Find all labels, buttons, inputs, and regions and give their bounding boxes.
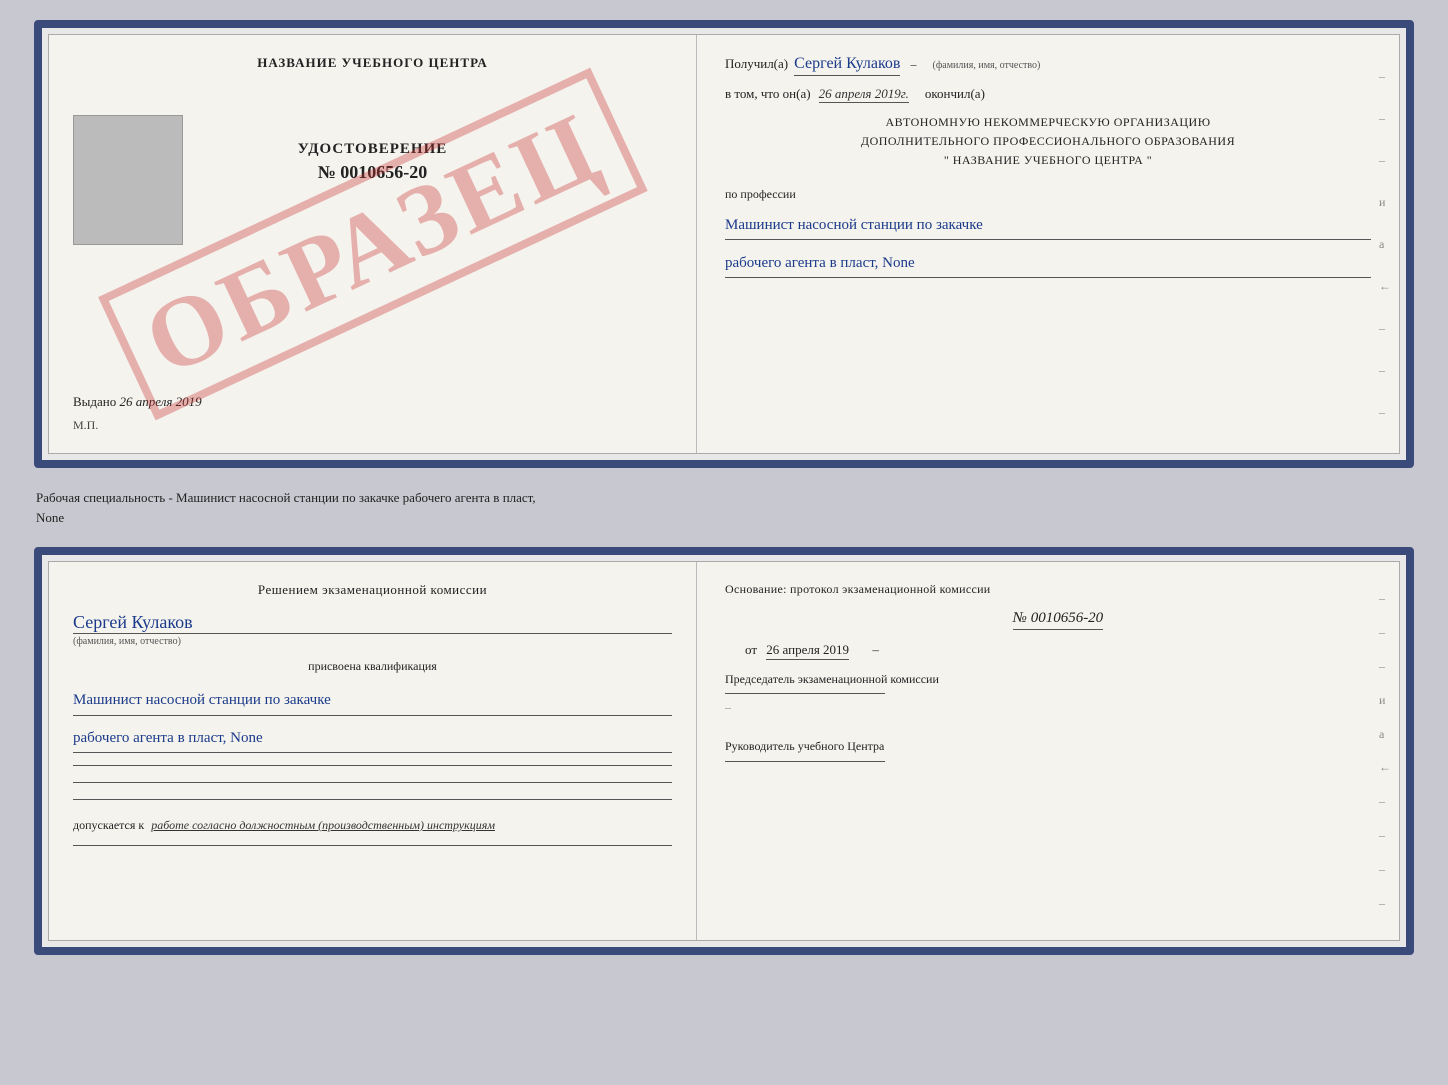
- head-label: Руководитель учебного Центра: [725, 737, 1371, 756]
- top-left-panel: НАЗВАНИЕ УЧЕБНОГО ЦЕНТРА ОБРАЗЕЦ УДОСТОВ…: [49, 35, 697, 453]
- divider1: [73, 765, 672, 766]
- basis-text: Основание: протокол экзаменационной коми…: [725, 582, 1371, 597]
- head-block: Руководитель учебного Центра: [725, 737, 1371, 765]
- school-title-top: НАЗВАНИЕ УЧЕБНОГО ЦЕНТРА: [73, 55, 672, 71]
- date-prefix: в том, что он(а): [725, 86, 811, 102]
- qual-line2: рабочего агента в пласт, None: [73, 724, 672, 754]
- chairman-label: Председатель экзаменационной комиссии: [725, 670, 1371, 689]
- issued-label: Выдано: [73, 394, 116, 409]
- qual-line1: Машинист насосной станции по закачке: [73, 686, 672, 716]
- bottom-name-sublabel: (фамилия, имя, отчество): [73, 636, 672, 647]
- profession-label-top: по профессии: [725, 187, 1371, 202]
- org-line1: АВТОНОМНУЮ НЕКОММЕРЧЕСКУЮ ОРГАНИЗАЦИЮ: [725, 113, 1371, 132]
- head-sign-line: [725, 761, 885, 762]
- admits-label: допускается к: [73, 818, 144, 832]
- bottom-document-inner: Решением экзаменационной комиссии Сергей…: [48, 561, 1400, 941]
- right-dashes-top: – – – и а ← – – –: [1379, 35, 1391, 453]
- org-line2: ДОПОЛНИТЕЛЬНОГО ПРОФЕССИОНАЛЬНОГО ОБРАЗО…: [725, 132, 1371, 151]
- bottom-left-panel: Решением экзаменационной комиссии Сергей…: [49, 562, 697, 940]
- bottom-name: Сергей Кулаков: [73, 612, 672, 634]
- bottom-document: Решением экзаменационной комиссии Сергей…: [34, 547, 1414, 955]
- from-prefix: от: [745, 642, 757, 657]
- from-dash: –: [872, 642, 879, 657]
- assigned-label: присвоена квалификация: [73, 659, 672, 674]
- admits-text-value: работе согласно должностным (производств…: [151, 818, 495, 832]
- issued-row: Выдано 26 апреля 2019: [73, 384, 672, 410]
- from-date-row: от 26 апреля 2019 –: [745, 642, 1371, 658]
- chairman-sign-line: [725, 693, 885, 694]
- separator-text: Рабочая специальность - Машинист насосно…: [34, 484, 1414, 531]
- separator-line2: None: [36, 508, 1412, 528]
- chairman-block: Председатель экзаменационной комиссии –: [725, 670, 1371, 717]
- name-row-bottom: Сергей Кулаков (фамилия, имя, отчество): [73, 612, 672, 647]
- separator-line1: Рабочая специальность - Машинист насосно…: [36, 488, 1412, 508]
- date-suffix: окончил(а): [925, 86, 985, 102]
- org-block: АВТОНОМНУЮ НЕКОММЕРЧЕСКУЮ ОРГАНИЗАЦИЮ ДО…: [725, 113, 1371, 171]
- divider2: [73, 782, 672, 783]
- bottom-dashes-right: – – – и а ← – – – –: [1379, 562, 1391, 940]
- received-label: Получил(а): [725, 56, 788, 72]
- top-document-inner: НАЗВАНИЕ УЧЕБНОГО ЦЕНТРА ОБРАЗЕЦ УДОСТОВ…: [48, 34, 1400, 454]
- org-line3: " НАЗВАНИЕ УЧЕБНОГО ЦЕНТРА ": [725, 151, 1371, 170]
- date-row: в том, что он(а) 26 апреля 2019г. окончи…: [725, 86, 1371, 103]
- from-date-value: 26 апреля 2019: [766, 642, 849, 660]
- top-document: НАЗВАНИЕ УЧЕБНОГО ЦЕНТРА ОБРАЗЕЦ УДОСТОВ…: [34, 20, 1414, 468]
- mp-label: М.П.: [73, 418, 672, 433]
- protocol-number-block: № 0010656-20: [725, 609, 1371, 630]
- protocol-number: № 0010656-20: [1013, 610, 1103, 630]
- name-sublabel-top: (фамилия, имя, отчество): [932, 60, 1040, 71]
- issued-date: 26 апреля 2019: [120, 394, 202, 409]
- divider3: [73, 799, 672, 800]
- admits-row: допускается к работе согласно должностны…: [73, 818, 672, 833]
- received-name: Сергей Кулаков: [794, 55, 900, 76]
- decision-text: Решением экзаменационной комиссии: [73, 582, 672, 598]
- divider4: [73, 845, 672, 846]
- date-value: 26 апреля 2019г.: [819, 86, 909, 103]
- profession-line1-top: Машинист насосной станции по закачке: [725, 212, 1371, 240]
- bottom-right-panel: Основание: протокол экзаменационной коми…: [697, 562, 1399, 940]
- received-row: Получил(а) Сергей Кулаков – (фамилия, им…: [725, 55, 1371, 76]
- top-right-panel: Получил(а) Сергей Кулаков – (фамилия, им…: [697, 35, 1399, 453]
- profession-line2-top: рабочего агента в пласт, None: [725, 250, 1371, 278]
- photo-placeholder: [73, 115, 183, 245]
